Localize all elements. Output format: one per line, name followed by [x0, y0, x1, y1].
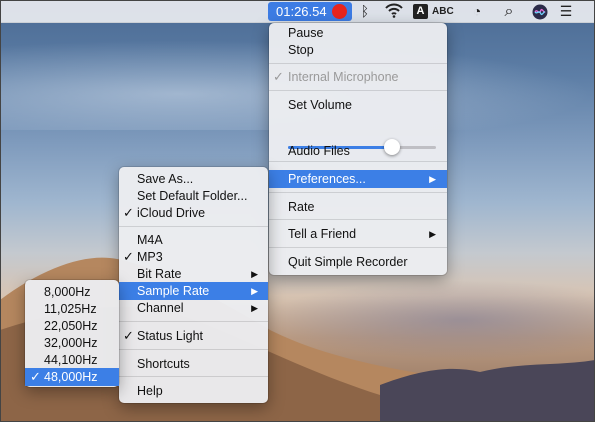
- sample-rate-option[interactable]: 44,100Hz: [25, 351, 119, 369]
- menu-item-label: MP3: [137, 250, 163, 264]
- checkmark-icon: ✓: [123, 205, 134, 220]
- menu-item-set-volume: Set Volume: [269, 96, 447, 114]
- menu-item-label: Rate: [288, 200, 315, 214]
- menu-item-label: iCloud Drive: [137, 206, 206, 220]
- submenu-arrow-icon: ▶: [251, 269, 258, 279]
- record-indicator-icon: [332, 4, 347, 19]
- bluetooth-icon[interactable]: ᛒ: [357, 3, 373, 20]
- submenu-arrow-icon: ▶: [429, 229, 436, 239]
- menu-item-label: Tell a Friend: [288, 227, 357, 241]
- menu-item-tell-a-friend[interactable]: Tell a Friend ▶: [269, 225, 447, 243]
- menu-item-quit[interactable]: Quit Simple Recorder: [269, 253, 447, 271]
- menu-separator: [119, 226, 268, 227]
- menu-item-label: Pause: [288, 26, 324, 40]
- menu-separator: [119, 349, 268, 350]
- menu-item-label: Sample Rate: [137, 284, 210, 298]
- menu-item-label: Stop: [288, 43, 314, 57]
- checkmark-icon: ✓: [30, 369, 41, 384]
- menu-separator: [269, 90, 447, 91]
- sample-rate-option[interactable]: ✓ 48,000Hz: [25, 368, 119, 386]
- menu-item-preferences[interactable]: Preferences... ▶: [269, 170, 447, 188]
- menu-item-label: 22,050Hz: [44, 319, 98, 333]
- menu-separator: [269, 161, 447, 162]
- menu-item-label: M4A: [137, 233, 163, 247]
- menu-item-label: Preferences...: [288, 172, 366, 186]
- sample-rate-option[interactable]: 11,025Hz: [25, 300, 119, 318]
- menu-item-label: Quit Simple Recorder: [288, 255, 408, 269]
- menu-item-stop[interactable]: Stop: [269, 41, 447, 59]
- menu-item-icloud-drive[interactable]: ✓ iCloud Drive: [119, 204, 268, 222]
- input-source-label[interactable]: ABC: [432, 5, 454, 18]
- menu-bar: 01:26.54 ᛒ A ABC ◔ ⌕ ☰: [0, 0, 595, 23]
- preferences-submenu: Save As... Set Default Folder... ✓ iClou…: [119, 167, 268, 403]
- menu-item-rate[interactable]: Rate: [269, 198, 447, 216]
- menu-item-save-as[interactable]: Save As...: [119, 170, 268, 188]
- menu-separator: [269, 192, 447, 193]
- menu-item-label: Internal Microphone: [288, 70, 399, 84]
- menu-item-label: 11,025Hz: [44, 302, 97, 316]
- menu-item-label: Help: [137, 384, 163, 398]
- menu-item-status-light[interactable]: ✓ Status Light: [119, 327, 268, 345]
- clock-icon[interactable]: ◔: [468, 3, 486, 20]
- menu-item-internal-microphone: ✓ Internal Microphone: [269, 68, 447, 86]
- siri-icon[interactable]: [531, 3, 548, 20]
- menu-item-label: 32,000Hz: [44, 336, 98, 350]
- menu-item-bit-rate[interactable]: Bit Rate ▶: [119, 265, 268, 283]
- submenu-arrow-icon: ▶: [429, 174, 436, 184]
- spotlight-search-icon[interactable]: ⌕: [500, 3, 518, 20]
- recording-timer[interactable]: 01:26.54: [268, 2, 352, 21]
- notification-list-icon[interactable]: ☰: [557, 3, 575, 20]
- menu-separator: [269, 63, 447, 64]
- sample-rate-option[interactable]: 22,050Hz: [25, 317, 119, 335]
- menu-separator: [269, 219, 447, 220]
- sample-rate-option[interactable]: 8,000Hz: [25, 283, 119, 301]
- menu-item-label: Shortcuts: [137, 357, 190, 371]
- timer-text: 01:26.54: [276, 4, 327, 19]
- menu-item-help[interactable]: Help: [119, 382, 268, 400]
- menu-item-mp3[interactable]: ✓ MP3: [119, 248, 268, 266]
- menu-item-label: Audio Files: [288, 144, 350, 158]
- menu-item-label: Status Light: [137, 329, 204, 343]
- menu-item-sample-rate[interactable]: Sample Rate ▶: [119, 282, 268, 300]
- wifi-icon[interactable]: [382, 1, 406, 18]
- submenu-arrow-icon: ▶: [251, 286, 258, 296]
- input-source-icon[interactable]: A: [413, 4, 428, 19]
- menu-item-label: Channel: [137, 301, 184, 315]
- menu-item-label: 48,000Hz: [44, 370, 98, 384]
- menu-item-m4a[interactable]: M4A: [119, 231, 268, 249]
- menu-item-channel[interactable]: Channel ▶: [119, 299, 268, 317]
- menu-item-label: 8,000Hz: [44, 285, 91, 299]
- sample-rate-submenu: 8,000Hz 11,025Hz 22,050Hz 32,000Hz 44,100Hz ✓…: [25, 280, 119, 387]
- checkmark-icon: ✓: [123, 249, 134, 264]
- menu-item-label: Set Default Folder...: [137, 189, 248, 203]
- menu-item-pause[interactable]: Pause: [269, 24, 447, 42]
- menu-item-label: 44,100Hz: [44, 353, 98, 367]
- menu-separator: [119, 376, 268, 377]
- submenu-arrow-icon: ▶: [251, 303, 258, 313]
- checkmark-icon: ✓: [273, 69, 284, 84]
- menu-item-set-default-folder[interactable]: Set Default Folder...: [119, 187, 268, 205]
- menu-item-audio-files[interactable]: Audio Files: [269, 142, 447, 160]
- menu-item-label: Set Volume: [288, 98, 352, 112]
- menu-item-label: Bit Rate: [137, 267, 182, 281]
- menu-separator: [119, 321, 268, 322]
- checkmark-icon: ✓: [123, 328, 134, 343]
- menu-item-shortcuts[interactable]: Shortcuts: [119, 355, 268, 373]
- sample-rate-option[interactable]: 32,000Hz: [25, 334, 119, 352]
- menu-separator: [269, 247, 447, 248]
- menu-item-label: Save As...: [137, 172, 194, 186]
- app-menu: Pause Stop ✓ Internal Microphone Set Vol…: [269, 23, 447, 275]
